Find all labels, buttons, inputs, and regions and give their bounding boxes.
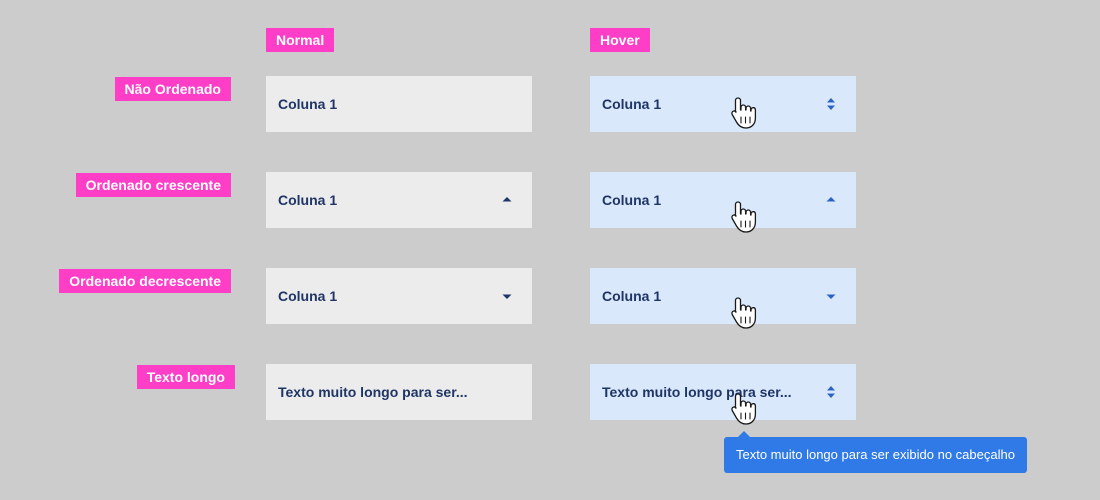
header-cell-unsorted-hover[interactable]: Coluna 1	[590, 76, 856, 132]
sort-up-icon[interactable]	[502, 193, 512, 207]
hand-cursor-icon	[731, 201, 757, 233]
hand-cursor-icon	[731, 97, 757, 129]
header-cell-label: Texto muito longo para ser...	[278, 384, 468, 400]
sort-both-icon[interactable]	[826, 97, 836, 111]
row-tag-long-text: Texto longo	[136, 365, 235, 389]
tooltip: Texto muito longo para ser exibido no ca…	[724, 437, 1027, 473]
sort-both-icon[interactable]	[826, 385, 836, 399]
row-tag-ascending: Ordenado crescente	[75, 173, 231, 197]
header-cell-label: Coluna 1	[602, 192, 662, 208]
header-cell-long-text-hover[interactable]: Texto muito longo para ser...	[590, 364, 856, 420]
header-cell-long-text-normal[interactable]: Texto muito longo para ser...	[266, 364, 532, 420]
column-tag-hover: Hover	[590, 28, 650, 52]
row-tag-descending: Ordenado decrescente	[59, 269, 231, 293]
sort-up-icon[interactable]	[826, 193, 836, 207]
header-cell-ascending-hover[interactable]: Coluna 1	[590, 172, 856, 228]
column-tag-normal: Normal	[266, 28, 335, 52]
header-cell-label: Coluna 1	[602, 96, 662, 112]
header-cell-unsorted-normal[interactable]: Coluna 1	[266, 76, 532, 132]
hand-cursor-icon	[731, 393, 757, 425]
header-cell-label: Texto muito longo para ser...	[602, 384, 792, 400]
hand-cursor-icon	[731, 297, 757, 329]
header-cell-descending-normal[interactable]: Coluna 1	[266, 268, 532, 324]
row-tag-unsorted: Não Ordenado	[114, 77, 231, 101]
header-cell-label: Coluna 1	[278, 96, 338, 112]
header-cell-ascending-normal[interactable]: Coluna 1	[266, 172, 532, 228]
header-cell-label: Coluna 1	[278, 192, 338, 208]
header-cell-descending-hover[interactable]: Coluna 1	[590, 268, 856, 324]
header-cell-label: Coluna 1	[602, 288, 662, 304]
sort-down-icon[interactable]	[502, 289, 512, 303]
header-cell-label: Coluna 1	[278, 288, 338, 304]
sort-down-icon[interactable]	[826, 289, 836, 303]
